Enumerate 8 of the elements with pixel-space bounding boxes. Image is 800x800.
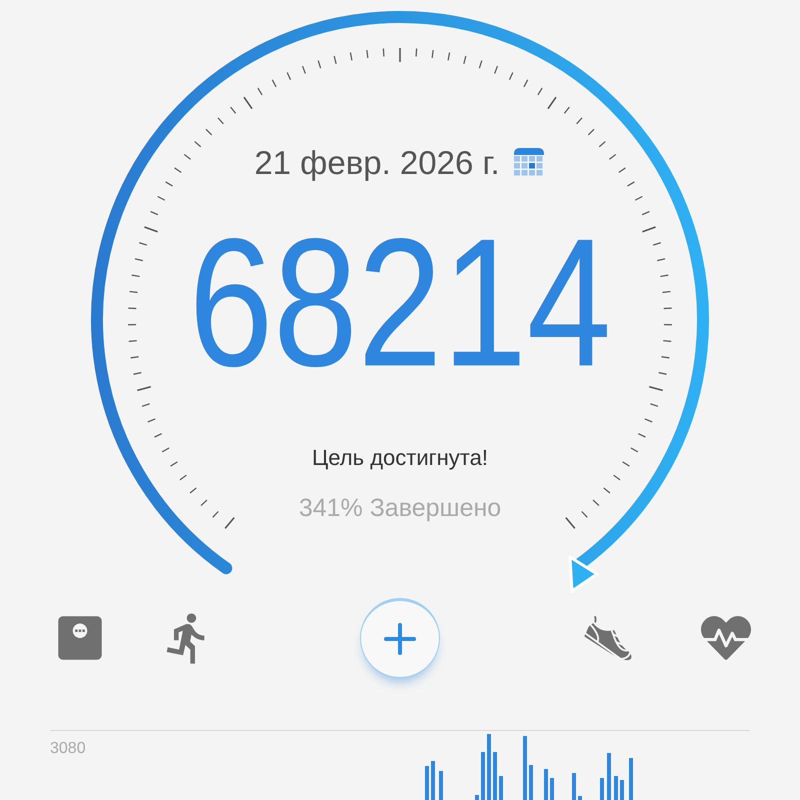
step-count: 68214 bbox=[188, 212, 612, 394]
goal-status: Цель достигнута! bbox=[312, 444, 488, 472]
axis-label: 3080 bbox=[50, 739, 86, 759]
completion-label: 341% Завершено bbox=[298, 493, 502, 524]
date-label: 21 февр. 2026 г. bbox=[254, 146, 500, 178]
arrow-head-icon bbox=[568, 556, 598, 592]
add-button[interactable] bbox=[360, 598, 440, 678]
plus-icon bbox=[383, 622, 417, 656]
